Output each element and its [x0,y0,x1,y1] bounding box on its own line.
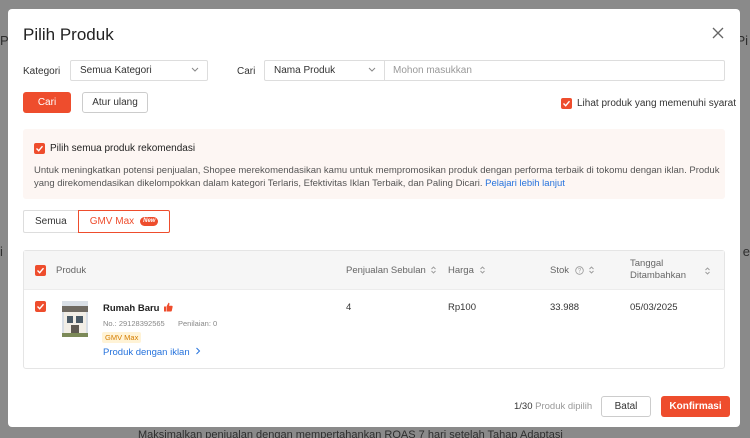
ad-product-link[interactable]: Produk dengan iklan [103,347,201,358]
ad-product-link-text: Produk dengan iklan [103,347,190,358]
table-header: Produk Penjualan Sebulan Harga Stok ? Ta… [24,251,724,290]
eligible-products-label: Lihat produk yang memenuhi syarat [577,98,736,109]
product-rating: Penilaian: 0 [178,319,218,328]
search-label: Cari [237,66,256,77]
gmv-max-tag: GMV Max [102,332,142,343]
product-number: No.: 29128392565 [103,319,165,328]
price-value: Rp100 [448,302,476,313]
search-button[interactable]: Cari [23,92,71,113]
selected-count-label: Produk dipilih [535,401,593,412]
learn-more-link[interactable]: Pelajari lebih lanjut [485,178,565,189]
select-all-products-checkbox[interactable] [35,265,46,276]
product-table: Produk Penjualan Sebulan Harga Stok ? Ta… [23,250,725,369]
reset-button[interactable]: Atur ulang [82,92,148,113]
search-type-select[interactable]: Nama Produk [264,60,385,81]
product-name-text: Rumah Baru [103,303,160,314]
check-icon [36,145,44,152]
chevron-right-icon [196,347,201,355]
sort-icon [431,266,437,275]
tab-semua[interactable]: Semua [23,210,78,233]
header-monthly-sales[interactable]: Penjualan Sebulan [346,265,437,277]
category-select-value: Semua Kategori [80,65,152,76]
product-name: Rumah Baru [103,302,173,314]
recommendation-description: Untuk meningkatkan potensi penjualan, Sh… [34,165,722,190]
check-icon [37,267,45,274]
background-text: e [742,244,750,259]
header-price[interactable]: Harga [448,265,485,277]
modal-title: Pilih Produk [23,25,114,44]
chevron-down-icon [368,67,376,72]
background-text: i [0,244,3,259]
date-added-value: 05/03/2025 [630,302,678,313]
background-text: Maksimalkan penjualan dengan mempertahan… [138,429,563,438]
header-stock[interactable]: Stok ? [550,265,595,277]
product-row-checkbox[interactable] [35,301,46,312]
selected-count: 1/30 Produk dipilih [514,401,592,412]
search-input[interactable]: Mohon masukkan [384,60,725,81]
category-select[interactable]: Semua Kategori [70,60,208,81]
thumbs-up-icon [164,302,173,312]
cancel-button[interactable]: Batal [601,396,651,417]
sort-icon [479,266,485,275]
check-icon [563,100,571,107]
stock-value: 33.988 [550,302,580,313]
selected-count-value: 1/30 [514,401,533,412]
tab-gmv-max-label: GMV Max [89,216,135,227]
select-product-modal: Pilih Produk Kategori Semua Kategori Car… [8,9,740,427]
sort-icon[interactable] [705,267,710,275]
new-badge: New [140,217,159,226]
select-all-recommended-checkbox[interactable] [34,143,45,154]
select-all-recommended-label: Pilih semua produk rekomendasi [50,143,196,154]
check-icon [37,303,45,310]
header-monthly-sales-label: Penjualan Sebulan [346,265,426,276]
header-date-added: Tanggal Ditambahkan [630,258,686,281]
search-type-value: Nama Produk [274,65,336,76]
sort-icon [589,266,595,275]
product-thumbnail [62,301,88,337]
recommendation-text: Untuk meningkatkan potensi penjualan, Sh… [34,165,720,189]
header-stock-label: Stok [550,265,570,276]
header-price-label: Harga [448,265,474,276]
chevron-down-icon [191,67,199,72]
info-icon: ? [574,266,584,275]
category-label: Kategori [23,66,61,77]
close-icon[interactable] [711,26,725,40]
confirm-button[interactable]: Konfirmasi [661,396,730,417]
product-tabs: Semua GMV Max New [23,210,171,233]
monthly-sales-value: 4 [346,302,352,313]
tab-gmv-max[interactable]: GMV Max New [77,210,171,233]
header-product: Produk [56,265,87,276]
eligible-products-checkbox[interactable] [561,98,572,109]
